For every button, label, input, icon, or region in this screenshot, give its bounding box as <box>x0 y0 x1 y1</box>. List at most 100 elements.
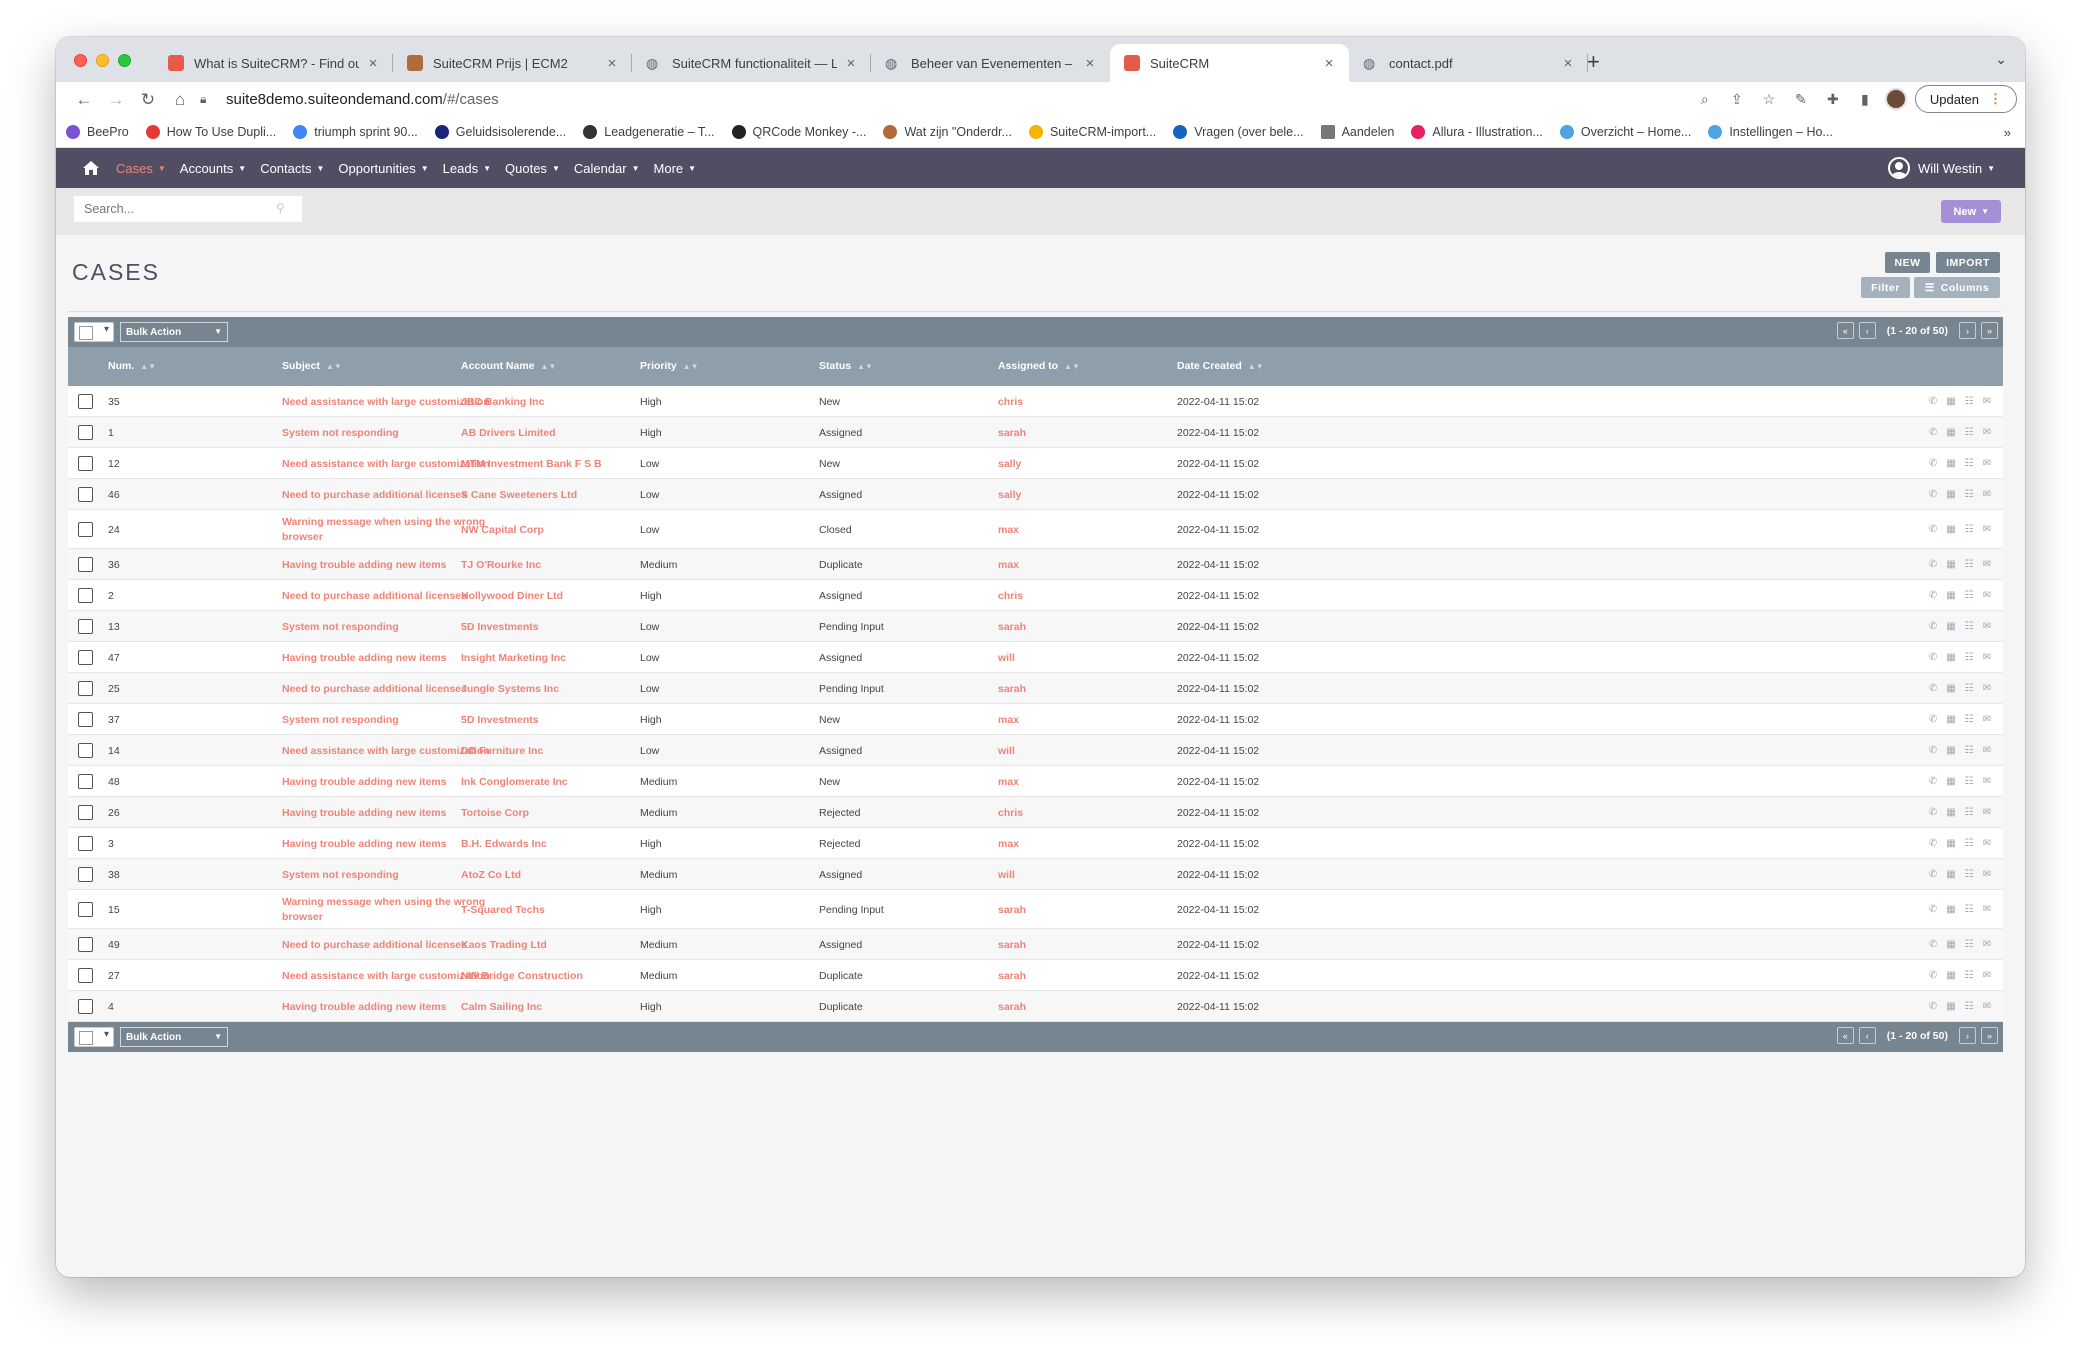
sort-icon[interactable]: ▲▼ <box>857 362 873 371</box>
phone-icon[interactable]: ✆ <box>1929 904 1937 915</box>
case-subject-link[interactable]: Need to purchase additional licenses <box>282 683 467 695</box>
assigned-user-link[interactable]: max <box>998 559 1019 571</box>
account-name-link[interactable]: JBC Banking Inc <box>461 396 544 408</box>
account-name-link[interactable]: S Cane Sweeteners Ltd <box>461 489 577 501</box>
email-icon[interactable]: ✉ <box>1983 590 1991 601</box>
assigned-user-link[interactable]: max <box>998 714 1019 726</box>
email-icon[interactable]: ✉ <box>1983 1001 1991 1012</box>
column-header[interactable]: Subject ▲▼ <box>282 360 342 372</box>
case-subject-link[interactable]: System not responding <box>282 714 399 726</box>
first-page-icon[interactable]: « <box>1836 1027 1854 1044</box>
account-name-link[interactable]: NW Capital Corp <box>461 524 544 536</box>
assigned-user-link[interactable]: will <box>998 745 1015 757</box>
phone-icon[interactable]: ✆ <box>1929 458 1937 469</box>
home-icon[interactable] <box>82 160 100 176</box>
phone-icon[interactable]: ✆ <box>1929 489 1937 500</box>
case-subject-link[interactable]: Having trouble adding new items <box>282 776 447 788</box>
case-subject-link-line2[interactable]: browser <box>282 911 323 923</box>
email-icon[interactable]: ✉ <box>1983 683 1991 694</box>
bookmark-item[interactable]: BeePro <box>66 125 129 139</box>
account-name-link[interactable]: 5D Investments <box>461 621 539 633</box>
phone-icon[interactable]: ✆ <box>1929 1001 1937 1012</box>
account-name-link[interactable]: DD Furniture Inc <box>461 745 543 757</box>
case-subject-link[interactable]: Having trouble adding new items <box>282 838 447 850</box>
account-name-link[interactable]: AtoZ Co Ltd <box>461 869 521 881</box>
nav-item-more[interactable]: More ▼ <box>654 161 697 176</box>
calendar-icon[interactable]: ▦ <box>1946 621 1955 632</box>
phone-icon[interactable]: ✆ <box>1929 970 1937 981</box>
sort-icon[interactable]: ▲▼ <box>1248 362 1264 371</box>
row-checkbox[interactable] <box>78 680 93 696</box>
bookmark-item[interactable]: Instellingen – Ho... <box>1708 125 1833 139</box>
task-list-icon[interactable]: ☷ <box>1965 524 1974 535</box>
case-subject-link[interactable]: Having trouble adding new items <box>282 652 447 664</box>
email-icon[interactable]: ✉ <box>1983 396 1991 407</box>
row-checkbox[interactable] <box>78 866 93 882</box>
nav-item-calendar[interactable]: Calendar ▼ <box>574 161 640 176</box>
browser-tab[interactable]: SuiteCRM × <box>1110 44 1349 82</box>
row-checkbox[interactable] <box>78 804 93 820</box>
email-icon[interactable]: ✉ <box>1983 621 1991 632</box>
bookmark-item[interactable]: How To Use Dupli... <box>145 125 276 139</box>
phone-icon[interactable]: ✆ <box>1929 714 1937 725</box>
search-icon[interactable]: ⚲ <box>276 201 285 215</box>
browser-tab[interactable]: SuiteCRM Prijs | ECM2 × <box>393 44 632 82</box>
bookmark-item[interactable]: Overzicht – Home... <box>1559 125 1691 139</box>
new-record-button[interactable]: NEW <box>1885 252 1930 273</box>
row-checkbox[interactable] <box>78 742 93 758</box>
bookmark-item[interactable]: Wat zijn "Onderdr... <box>883 125 1012 139</box>
assigned-user-link[interactable]: sarah <box>998 904 1026 916</box>
phone-icon[interactable]: ✆ <box>1929 939 1937 950</box>
assigned-user-link[interactable]: sarah <box>998 427 1026 439</box>
sort-icon[interactable]: ▲▼ <box>326 362 342 371</box>
column-header[interactable]: Status ▲▼ <box>819 360 873 372</box>
assigned-user-link[interactable]: will <box>998 652 1015 664</box>
assigned-user-link[interactable]: sally <box>998 489 1021 501</box>
bookmark-item[interactable]: QRCode Monkey -... <box>731 125 866 139</box>
maximize-window-button[interactable] <box>118 54 131 67</box>
case-subject-link[interactable]: Need to purchase additional licenses <box>282 489 467 501</box>
case-subject-link[interactable]: Need to purchase additional licenses <box>282 939 467 951</box>
assigned-user-link[interactable]: max <box>998 838 1019 850</box>
row-checkbox[interactable] <box>78 618 93 634</box>
calendar-icon[interactable]: ▦ <box>1946 970 1955 981</box>
task-list-icon[interactable]: ☷ <box>1965 427 1974 438</box>
case-subject-link[interactable]: System not responding <box>282 869 399 881</box>
account-name-link[interactable]: MTM Investment Bank F S B <box>461 458 602 470</box>
phone-icon[interactable]: ✆ <box>1929 590 1937 601</box>
nav-item-opportunities[interactable]: Opportunities ▼ <box>338 161 428 176</box>
update-button[interactable]: Updaten ⋮ <box>1914 85 2017 113</box>
calendar-icon[interactable]: ▦ <box>1946 489 1955 500</box>
task-list-icon[interactable]: ☷ <box>1965 683 1974 694</box>
task-list-icon[interactable]: ☷ <box>1965 559 1974 570</box>
phone-icon[interactable]: ✆ <box>1929 621 1937 632</box>
next-page-icon[interactable]: › <box>1959 322 1976 339</box>
browser-tab[interactable]: ◍ Beheer van Evenementen – Sw × <box>871 44 1110 82</box>
bookmark-item[interactable]: Leadgeneratie – T... <box>583 125 715 139</box>
row-checkbox[interactable] <box>78 711 93 727</box>
email-icon[interactable]: ✉ <box>1983 489 1991 500</box>
case-subject-link[interactable]: Need assistance with large customization <box>282 458 490 470</box>
calendar-icon[interactable]: ▦ <box>1946 652 1955 663</box>
reload-icon[interactable]: ↻ <box>132 90 164 110</box>
select-all-dropdown[interactable] <box>74 322 114 342</box>
case-subject-link[interactable]: Having trouble adding new items <box>282 559 447 571</box>
bookmark-item[interactable]: Allura - Illustration... <box>1411 125 1543 139</box>
assigned-user-link[interactable]: max <box>998 524 1019 536</box>
calendar-icon[interactable]: ▦ <box>1946 904 1955 915</box>
task-list-icon[interactable]: ☷ <box>1965 1001 1974 1012</box>
task-list-icon[interactable]: ☷ <box>1965 714 1974 725</box>
account-name-link[interactable]: NW Bridge Construction <box>461 970 583 982</box>
account-name-link[interactable]: T-Squared Techs <box>461 904 545 916</box>
extensions-puzzle-icon[interactable]: ✚ <box>1821 91 1845 108</box>
task-list-icon[interactable]: ☷ <box>1965 652 1974 663</box>
case-subject-link[interactable]: System not responding <box>282 621 399 633</box>
phone-icon[interactable]: ✆ <box>1929 396 1937 407</box>
row-checkbox[interactable] <box>78 835 93 851</box>
next-page-icon[interactable]: › <box>1959 1027 1976 1044</box>
calendar-icon[interactable]: ▦ <box>1946 939 1955 950</box>
row-checkbox[interactable] <box>78 649 93 665</box>
case-subject-link[interactable]: System not responding <box>282 427 399 439</box>
bookmark-item[interactable]: triumph sprint 90... <box>293 125 418 139</box>
phone-icon[interactable]: ✆ <box>1929 869 1937 880</box>
